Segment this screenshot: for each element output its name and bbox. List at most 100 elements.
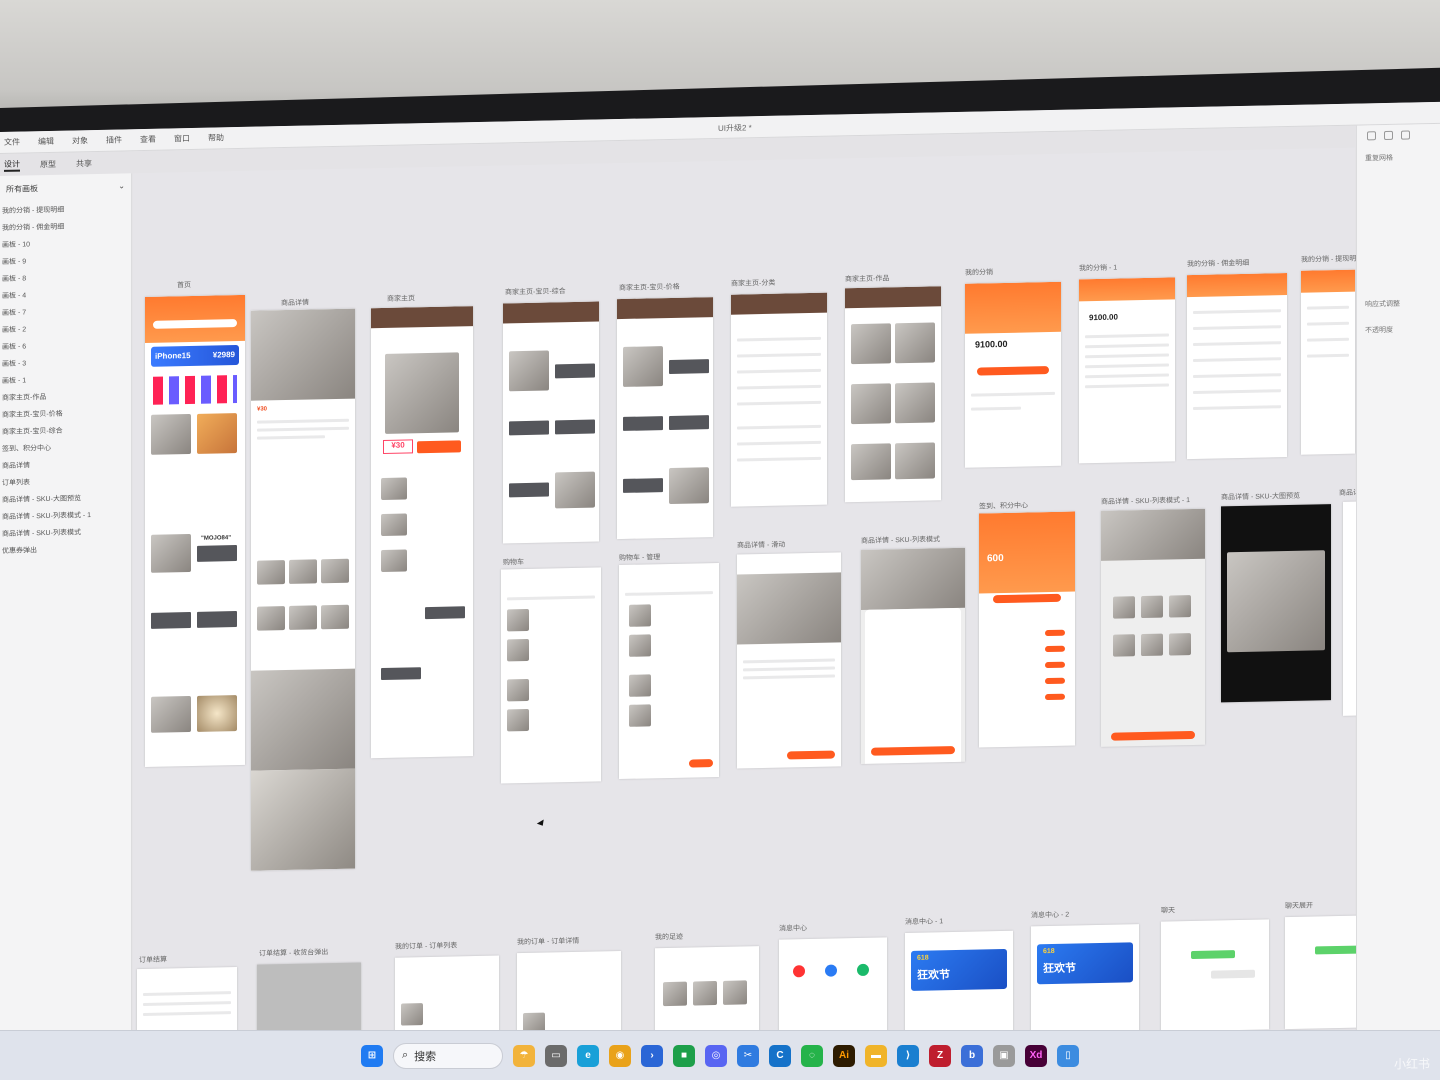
artboard-label[interactable]: 消息中心 [779,923,807,934]
menu-window[interactable]: 窗口 [174,133,190,144]
artboard-label[interactable]: 购物车 [503,557,524,567]
artboard-commission-detail[interactable] [1187,273,1287,460]
filezilla-icon[interactable]: Z [929,1044,951,1067]
artboard-chat[interactable] [1161,919,1269,1032]
artboard-label[interactable]: 商品详情 - SKU-列表模式 [861,534,940,546]
layer-item[interactable]: 优惠券弹出 [0,540,131,560]
menu-help[interactable]: 帮助 [208,132,224,143]
placeholder-line [1085,353,1169,359]
artboard-label[interactable]: 聊天 [1161,905,1175,915]
xd-icon[interactable]: Xd [1025,1044,1047,1067]
artboard-label[interactable]: 商家主页-作品 [845,273,889,284]
wechat-icon[interactable]: ◌ [801,1044,823,1067]
photo-icon[interactable]: ▣ [993,1044,1015,1067]
artboard-cart[interactable] [501,567,601,784]
artboard-label[interactable]: 首页 [177,280,191,290]
app-icon[interactable]: b [961,1044,983,1067]
artboard-sku-list[interactable] [861,547,965,764]
phone-icon[interactable]: ▯ [1057,1044,1079,1067]
artboard-label[interactable]: 我的分销 - 提现明细 [1301,253,1363,264]
align-center-icon[interactable] [1384,130,1393,141]
artboard-checkin-points[interactable]: 600 [979,511,1075,748]
artboard-product-detail[interactable]: ¥30 [251,308,355,871]
artboard-label[interactable]: 商品详情 - SKU-大图预览 [1221,491,1300,503]
artboard-label[interactable]: 商家主页 [387,293,415,304]
product-image [895,322,935,364]
artboard-shop-products-price[interactable] [617,297,713,540]
menu-edit[interactable]: 编辑 [38,136,54,147]
artboard-sku-large-preview[interactable] [1221,504,1331,703]
xbox-icon[interactable]: ■ [673,1044,695,1067]
vscode-icon[interactable]: ⟩ [897,1044,919,1067]
tab-design[interactable]: 设计 [4,158,20,172]
artboard-home[interactable]: iPhone15 ¥2989 "MOJO84" [145,294,245,767]
edge-icon[interactable]: e [577,1044,599,1067]
artboard-label[interactable]: 订单结算 - 收货台弹出 [259,947,328,958]
artboard-label[interactable]: 我的订单 - 订单列表 [395,940,457,951]
responsive-resize-toggle[interactable]: 响应式调整 [1357,291,1440,319]
folder-icon[interactable]: ▬ [865,1044,887,1067]
snip-icon[interactable]: ✂ [737,1044,759,1067]
artboard-label[interactable]: 我的分销 - 佣金明细 [1187,258,1249,269]
taskbar-search[interactable]: ⌕ 搜索 [393,1042,503,1069]
artboard-label[interactable]: 商品详情 - SKU-列表模式 - 1 [1101,495,1190,507]
tab-share[interactable]: 共享 [76,158,92,169]
keyboard-image [555,363,595,379]
artboard-label[interactable]: 商家主页-宝贝-价格 [619,282,680,293]
tab-prototype[interactable]: 原型 [40,158,56,169]
align-right-icon[interactable] [1401,130,1410,140]
layers-header[interactable]: 所有画板 ⌄ [0,173,131,203]
placeholder-line [743,666,835,672]
align-left-icon[interactable] [1367,131,1376,141]
chevron-down-icon[interactable]: ⌄ [118,181,125,192]
design-canvas[interactable]: 首页 商品详情 商家主页 商家主页-宝贝-综合 商家主页-宝贝-价格 商家主页-… [133,147,1401,1074]
artboard-label[interactable]: 订单结算 [139,955,167,966]
menu-object[interactable]: 对象 [72,135,88,146]
keyboard-image [623,478,663,493]
artboard-label[interactable]: 签到、积分中心 [979,500,1028,511]
artboard-label[interactable]: 聊天展开 [1285,900,1313,911]
product-image [1113,634,1135,657]
artboard-label[interactable]: 消息中心 - 1 [905,916,943,927]
artboard-label[interactable]: 购物车 - 管理 [619,552,660,563]
artboard-label[interactable]: 消息中心 - 2 [1031,910,1069,921]
artboard-message-center-1[interactable]: 618 狂欢节 [905,930,1013,1042]
align-tools [1357,124,1440,147]
artboard-label[interactable]: 商品详情 - 滑动 [737,540,785,551]
file-manager-icon[interactable]: ▭ [545,1044,567,1067]
discord-icon[interactable]: ◎ [705,1044,727,1067]
artboard-message-center-2[interactable]: 618 狂欢节 [1031,924,1139,1037]
artboard-label[interactable]: 我的足迹 [655,932,683,943]
artboard-distribution[interactable]: 9100.00 [965,281,1061,468]
artboard-label[interactable]: 商家主页-分类 [731,278,775,289]
opacity-field[interactable]: 不透明度 [1357,317,1440,345]
chrome-icon[interactable]: ◉ [609,1044,631,1067]
artboard-distribution-1[interactable]: 9100.00 [1079,277,1175,464]
repeat-grid-button[interactable]: 重复网格 [1357,145,1440,173]
artboard-shop-products-general[interactable] [503,301,599,544]
artboard-product-detail-scroll[interactable] [737,552,841,769]
artboard-label[interactable]: 我的分销 [965,267,993,278]
menu-file[interactable]: 文件 [4,137,20,148]
illustrator-icon[interactable]: Ai [833,1044,855,1067]
placeholder-line [1307,353,1349,358]
artboard-label[interactable]: 我的分销 - 1 [1079,263,1117,274]
artboard-shop-category[interactable] [731,292,827,507]
task-button [1045,677,1065,685]
artboard-label[interactable]: 我的订单 - 订单详情 [517,936,579,947]
artboard-shop-home[interactable]: ¥30 [371,306,473,759]
menu-view[interactable]: 查看 [140,134,156,145]
windows-icon[interactable]: ⊞ [361,1044,383,1067]
terminal-icon[interactable]: › [641,1044,663,1067]
placeholder-line [143,1001,231,1007]
placeholder-line [1085,383,1169,389]
browser-icon[interactable]: C [769,1044,791,1067]
artboard-cart-manage[interactable] [619,562,719,780]
widgets-icon[interactable]: ☂ [513,1044,535,1067]
artboard-sku-list-1[interactable] [1101,508,1205,747]
artboard-withdraw-detail[interactable] [1301,269,1355,455]
artboard-label[interactable]: 商家主页-宝贝-综合 [505,286,566,297]
menu-plugins[interactable]: 插件 [106,134,122,145]
artboard-label[interactable]: 商品详情 [281,298,309,309]
artboard-shop-works[interactable] [845,286,941,503]
